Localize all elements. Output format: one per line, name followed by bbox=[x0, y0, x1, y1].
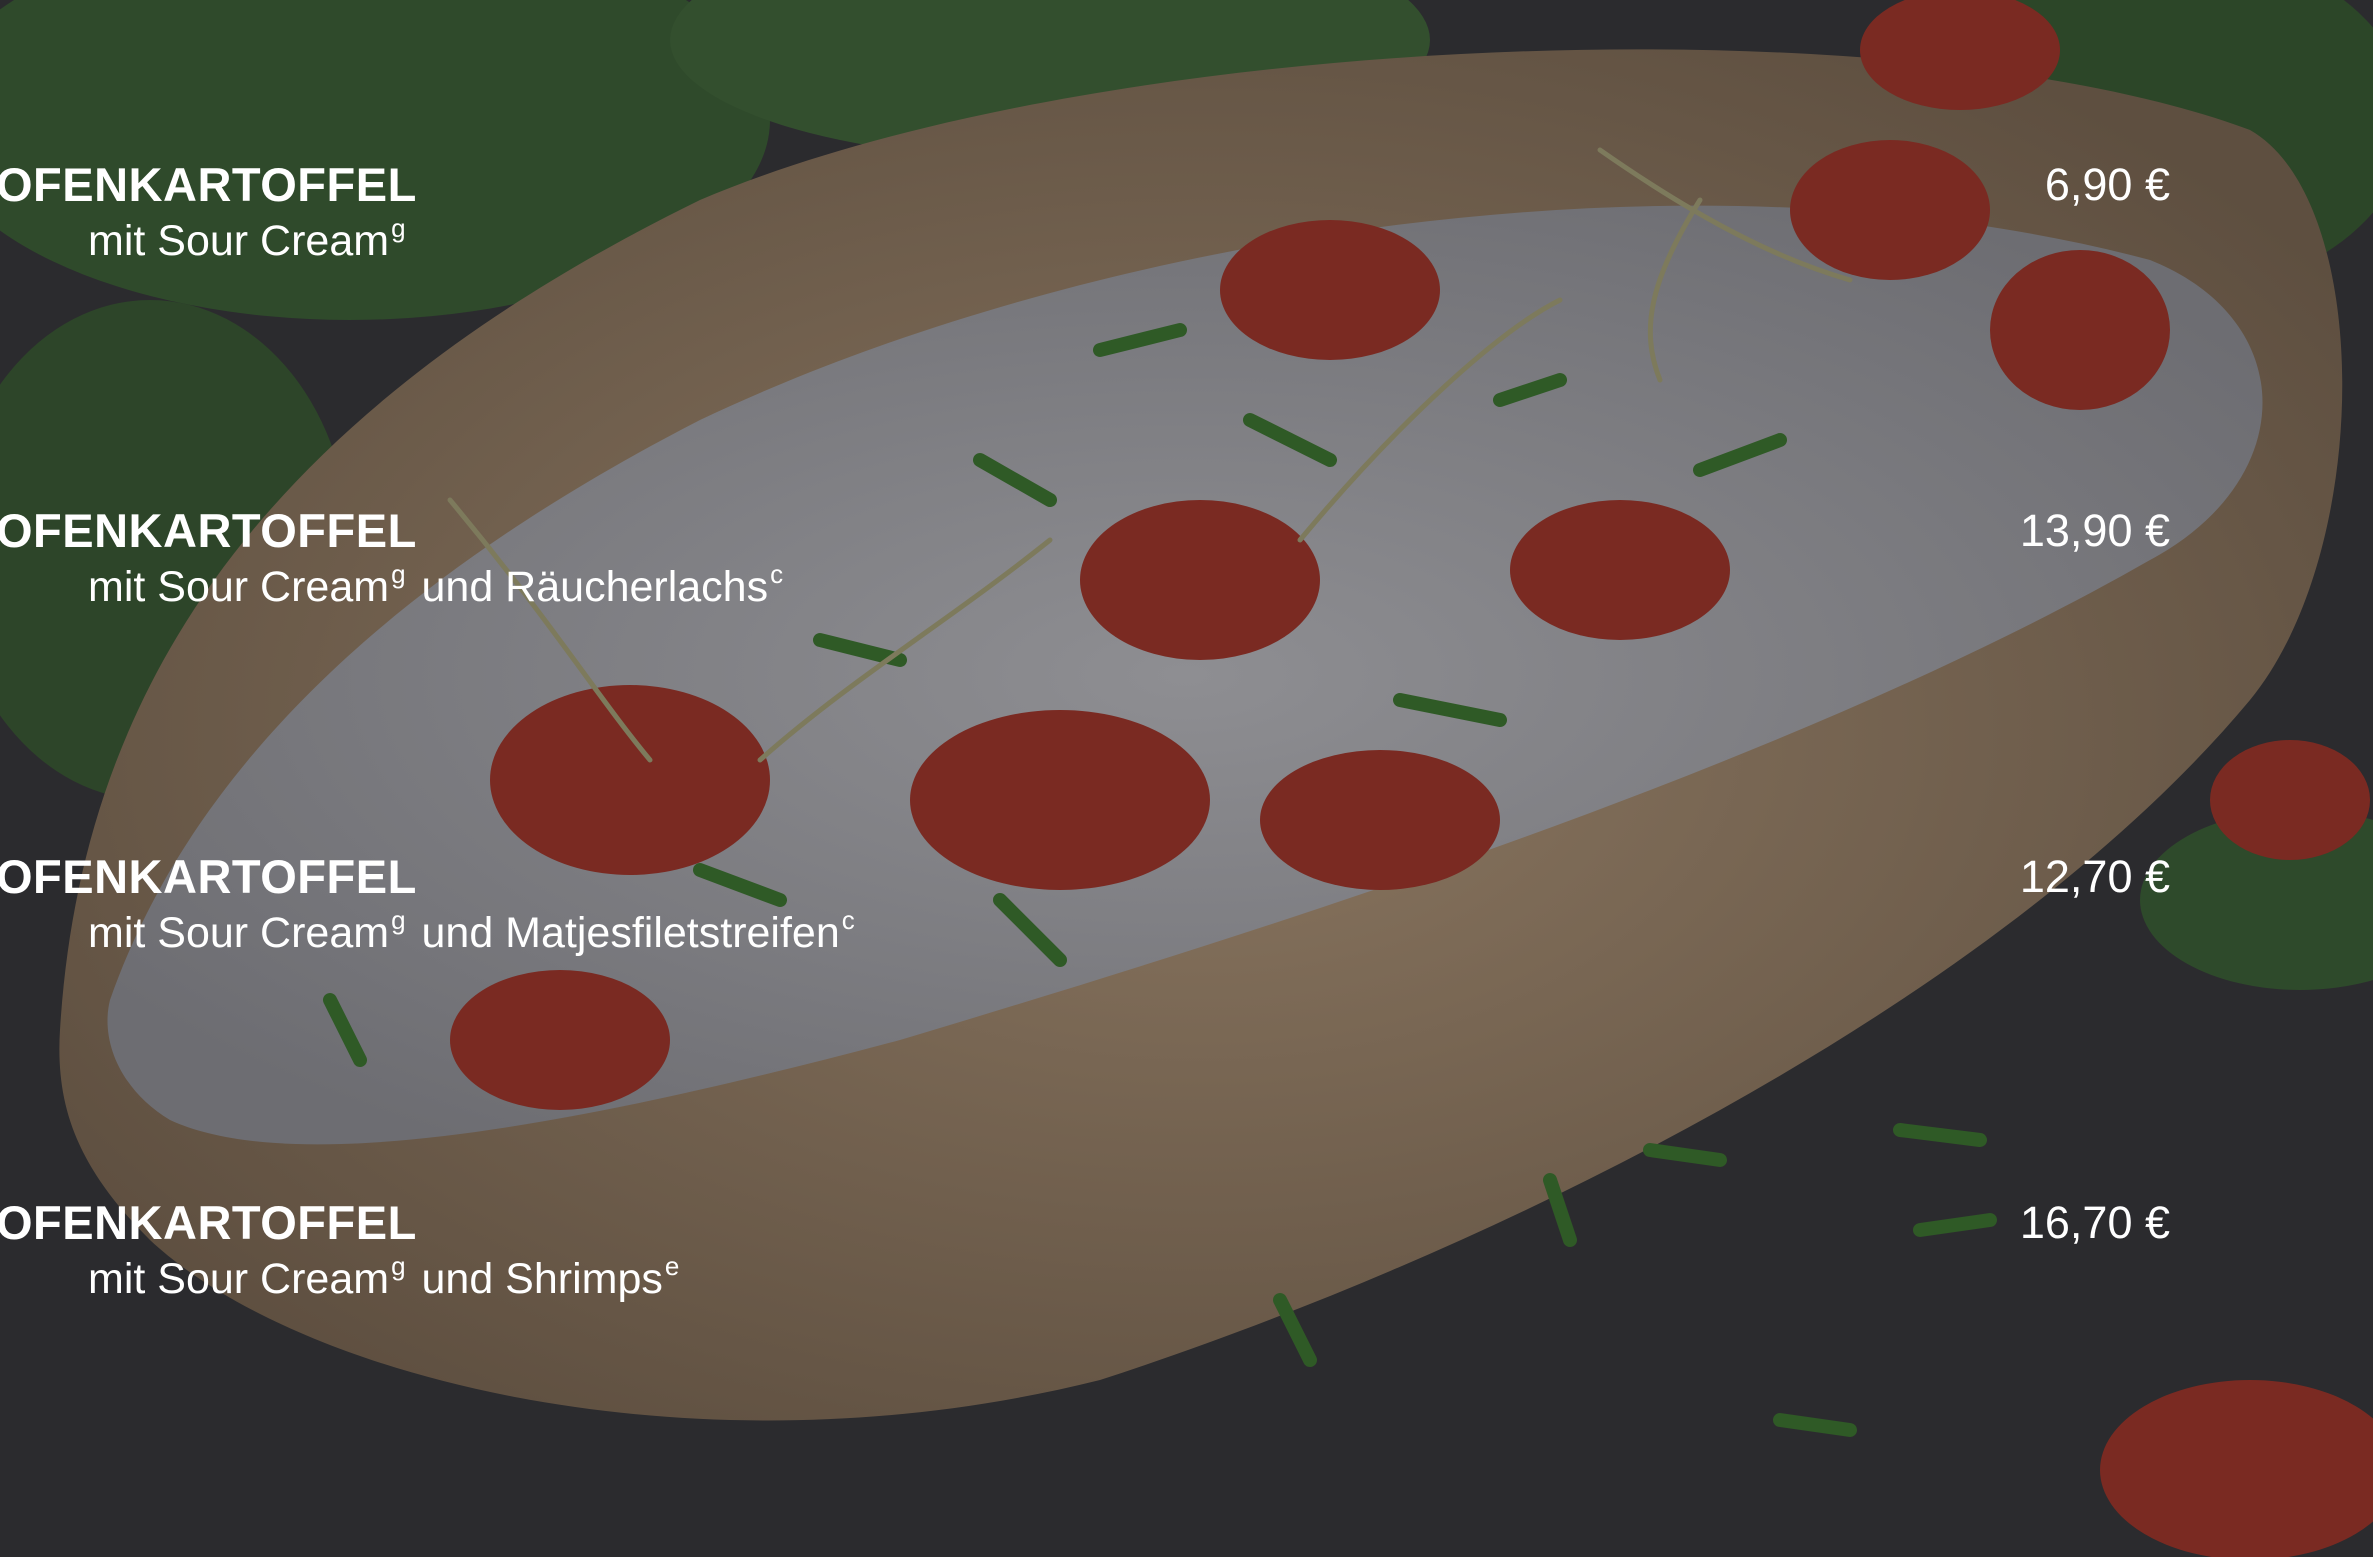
menu-item: OFENKARTOFFEL mit Sour Creamg und Shrimp… bbox=[0, 1195, 2373, 1325]
item-desc-rest: und Räucherlachs bbox=[409, 563, 769, 611]
allergen-note: g bbox=[391, 213, 406, 243]
allergen-note: c bbox=[841, 905, 855, 935]
menu-item: OFENKARTOFFEL mit Sour Creamg und Matjes… bbox=[0, 849, 2373, 979]
item-description: mit Sour Creamg und Matjesfiletstreifenc bbox=[88, 905, 859, 961]
item-price: 16,70 € bbox=[2019, 1197, 2170, 1248]
item-desc-rest: und Shrimps bbox=[409, 1255, 663, 1303]
menu-item: OFENKARTOFFEL mit Sour Creamg 6,90 € bbox=[0, 157, 2373, 287]
item-description: mit Sour Creamg bbox=[88, 213, 410, 269]
item-desc-main: mit Sour Cream bbox=[88, 909, 390, 957]
allergen-note: g bbox=[391, 559, 406, 589]
item-desc-main: mit Sour Cream bbox=[88, 217, 390, 265]
item-title: OFENKARTOFFEL bbox=[0, 504, 417, 557]
allergen-note: g bbox=[391, 905, 406, 935]
allergen-note: g bbox=[391, 1251, 406, 1281]
item-price: 12,70 € bbox=[2019, 851, 2170, 902]
item-desc-rest: und Matjesfiletstreifen bbox=[409, 909, 840, 957]
item-title: OFENKARTOFFEL bbox=[0, 850, 417, 903]
menu-list: OFENKARTOFFEL mit Sour Creamg 6,90 € OFE… bbox=[0, 0, 2373, 1557]
item-price: 6,90 € bbox=[2044, 159, 2170, 210]
item-price: 13,90 € bbox=[2019, 505, 2170, 556]
item-title: OFENKARTOFFEL bbox=[0, 1196, 417, 1249]
allergen-note: c bbox=[770, 559, 784, 589]
item-description: mit Sour Creamg und Räucherlachsc bbox=[88, 559, 787, 615]
item-desc-main: mit Sour Cream bbox=[88, 563, 390, 611]
allergen-note: e bbox=[664, 1251, 680, 1281]
item-desc-main: mit Sour Cream bbox=[88, 1255, 390, 1303]
menu-item: OFENKARTOFFEL mit Sour Creamg und Räuche… bbox=[0, 503, 2373, 633]
item-title: OFENKARTOFFEL bbox=[0, 158, 417, 211]
item-description: mit Sour Creamg und Shrimpse bbox=[88, 1251, 683, 1307]
